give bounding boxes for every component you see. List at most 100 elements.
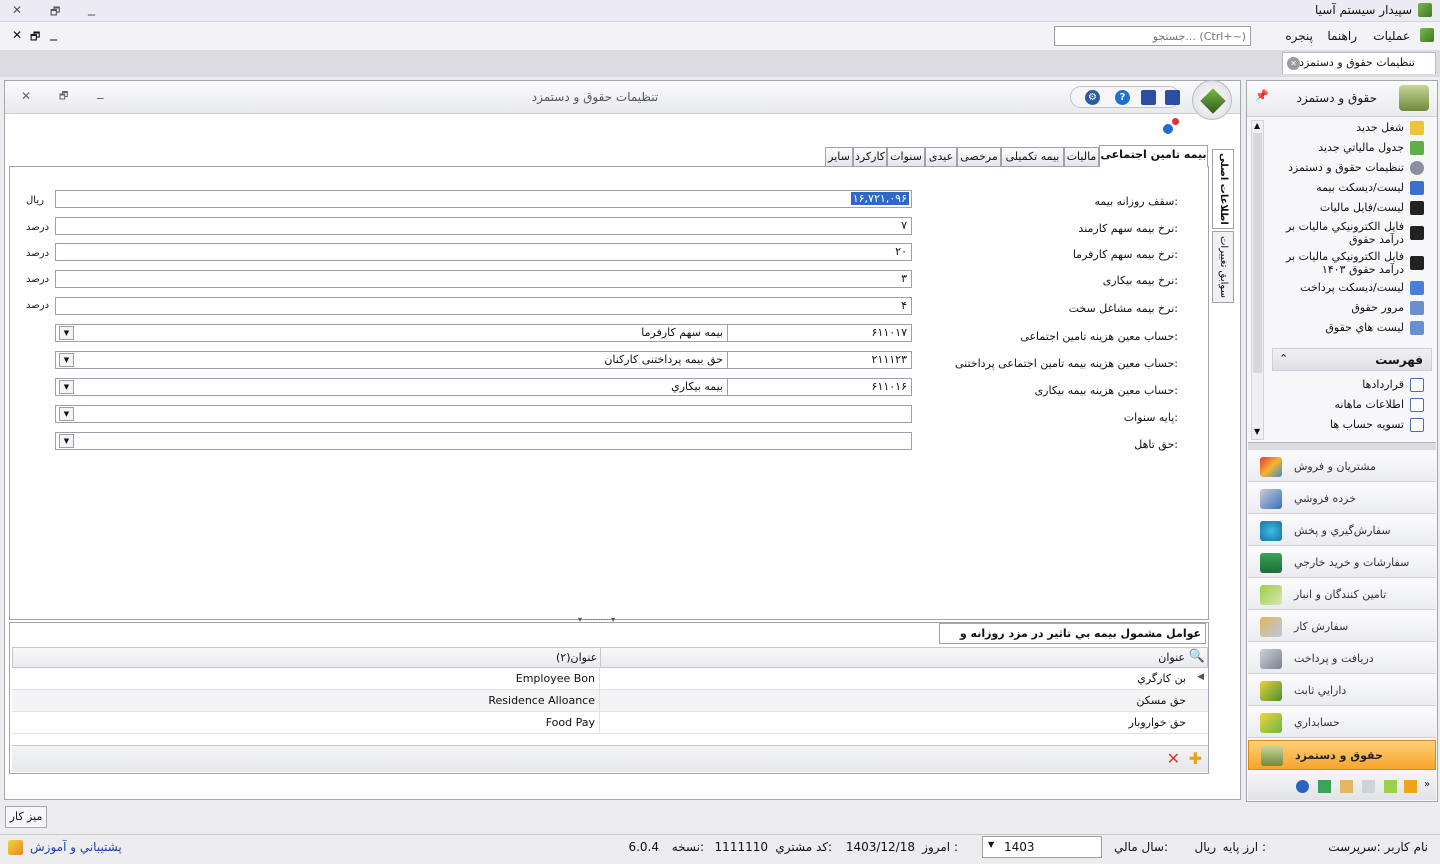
users-icon[interactable] (1163, 124, 1173, 134)
tab-supplementary-insurance[interactable]: بیمه تکمیلی (1001, 147, 1064, 167)
tab-other[interactable]: سایر (825, 147, 853, 167)
tab-bonus[interactable]: عیدی (925, 147, 957, 167)
seniority-base-select[interactable]: ▼ (55, 405, 912, 423)
desk-tab[interactable]: میز کار (5, 806, 47, 828)
module-order-distribution[interactable]: سفارش‌گيري و پخش (1248, 516, 1436, 546)
module-foreign-purchase[interactable]: سفارشات و خريد خارجي (1248, 548, 1436, 578)
module-label: مشتريان و فروش (1294, 460, 1376, 473)
inventory-mini-icon[interactable] (1384, 780, 1397, 793)
daily-insurance-cap-field[interactable]: ۱۶,۷۲۱,۰۹۶ (55, 190, 912, 208)
divider (727, 351, 728, 369)
sidebar-item-electronic-tax-file-1403[interactable]: فايل الكترونيكي ماليات بر درآمد حقوق ۱۴۰… (1259, 250, 1424, 276)
sidebar-item-new-job[interactable]: شغل جديد (1259, 121, 1424, 135)
sidebar-splitter[interactable] (1248, 442, 1436, 450)
chevron-down-icon[interactable]: ▼ (988, 840, 994, 849)
account-code: ۲۱۱۱۲۳ (871, 353, 907, 366)
chevron-down-icon[interactable]: ▼ (59, 380, 74, 394)
accounting-mini-icon[interactable] (1404, 780, 1417, 793)
tab-work-time[interactable]: کارکرد (853, 147, 887, 167)
tab-tax[interactable]: مالیات (1064, 147, 1099, 167)
social-insurance-account-select[interactable]: ▼ بیمه سهم کارفرما ۶۱۱۰۱۷ (55, 324, 912, 342)
module-receipts-payments[interactable]: دريافت و پرداخت (1248, 644, 1436, 674)
module-accounting[interactable]: حسابداري (1248, 708, 1436, 738)
module-fixed-assets[interactable]: دارايي ثابت (1248, 676, 1436, 706)
vtab-main-info[interactable]: اطلاعات اصلی (1212, 149, 1234, 229)
document-tab[interactable]: تنظیمات حقوق و دستمزد ✕ (1282, 52, 1436, 74)
sidebar-item-insurance-list[interactable]: ليست/ديسكت بیمه (1259, 181, 1424, 195)
tab-seniority[interactable]: سنوات (887, 147, 925, 167)
marriage-allowance-select[interactable]: ▼ (55, 432, 912, 450)
unit-label: درصد (26, 274, 50, 285)
form-restore-icon[interactable]: 🗗 (59, 89, 68, 106)
form-close-icon[interactable]: ✕ (21, 89, 31, 103)
module-suppliers-inventory[interactable]: تامين كنندگان و انبار (1248, 580, 1436, 610)
collapse-icon[interactable]: ⌃ (1279, 352, 1288, 365)
insurance-payable-account-select[interactable]: ▼ حق بیمه پرداختنی کارکنان ۲۱۱۱۲۳ (55, 351, 912, 369)
minimize-icon[interactable]: _ (50, 25, 57, 41)
tab-leave[interactable]: مرخصی (957, 147, 1001, 167)
minimize-icon[interactable]: _ (88, 0, 95, 16)
grid-tab[interactable]: عوامل مشمول بیمه بي تاثیر در مزد روزانه … (939, 623, 1206, 659)
sidebar-item-tax-list[interactable]: ليست/فايل ماليات (1259, 201, 1424, 215)
sidebar-item-payroll-lists[interactable]: ليست هاي حقوق (1259, 321, 1424, 335)
sidebar-item-label: ليست/فايل ماليات (1319, 201, 1404, 214)
save-icon[interactable] (1165, 90, 1180, 105)
sidebar-item-settlements[interactable]: تسويه حساب ها (1259, 418, 1424, 432)
menu-help[interactable]: راهنما (1327, 29, 1357, 43)
sidebar-title: حقوق و دستمزد (1296, 91, 1377, 105)
chevron-down-icon[interactable]: ▼ (59, 434, 74, 448)
menu-operations[interactable]: عمليات (1373, 29, 1410, 43)
purchase-mini-icon[interactable] (1318, 780, 1331, 793)
payments-mini-icon[interactable] (1362, 780, 1375, 793)
list-section-header[interactable]: ⌃ فهرست (1272, 348, 1432, 371)
form-minimize-icon[interactable]: _ (97, 85, 104, 100)
order-mini-icon[interactable] (1340, 780, 1353, 793)
column-header-title[interactable]: عنوان (1158, 651, 1185, 664)
employee-rate-field[interactable]: ۷ (55, 217, 912, 235)
module-sales[interactable]: مشتريان و فروش (1248, 452, 1436, 482)
module-payroll[interactable]: حقوق و دستمزد (1248, 740, 1436, 770)
chevron-down-icon[interactable]: ▼ (59, 353, 74, 367)
search-icon[interactable]: 🔍 (1189, 649, 1205, 664)
tools-icon[interactable]: ⚙ (1085, 90, 1100, 105)
support-link[interactable]: پشتيباني و آموزش (30, 840, 122, 854)
unemployment-rate-field[interactable]: ۳ (55, 270, 912, 288)
vtab-history[interactable]: سوابق تغییرات (1212, 231, 1234, 303)
overflow-chevron-icon[interactable]: » (1424, 779, 1430, 790)
sidebar-item-payroll-review[interactable]: مرور حقوق (1259, 301, 1424, 315)
menu-window[interactable]: پنجره (1285, 29, 1313, 43)
hard-jobs-rate-field[interactable]: ۴ (55, 297, 912, 315)
fiscal-year-select[interactable]: ▼ 1403 (982, 836, 1102, 858)
add-icon[interactable]: ✚ (1189, 749, 1202, 768)
field-value: ۷ (901, 219, 907, 232)
table-row[interactable]: حق خواروبار Food Pay (12, 712, 1208, 734)
unemployment-account-select[interactable]: ▼ بیمه بیکاري ۶۱۱۰۱۶ (55, 378, 912, 396)
sidebar-item-electronic-tax-file[interactable]: فايل الكترونيكي ماليات بر درآمد حقوق (1259, 220, 1424, 246)
sidebar-item-payment-list[interactable]: ليست/ديسكت پرداخت (1259, 281, 1424, 295)
chevron-down-icon[interactable]: ▼ (59, 407, 74, 421)
close-icon[interactable]: ✕ (12, 28, 22, 42)
globe-icon[interactable] (1296, 780, 1309, 793)
sidebar-item-new-tax-table[interactable]: جدول مالياتي جديد (1259, 141, 1424, 155)
support-icon[interactable] (8, 840, 23, 855)
save-as-icon[interactable] (1141, 90, 1156, 105)
restore-icon[interactable]: 🗗 (30, 28, 40, 47)
module-work-order[interactable]: سفارش کار (1248, 612, 1436, 642)
pin-icon[interactable]: 📌 (1255, 89, 1269, 102)
column-header-title2[interactable]: عنوان(۲) (556, 651, 597, 664)
close-icon[interactable]: ✕ (12, 3, 22, 17)
table-row[interactable]: بن کارگري Employee Bon ◀ (12, 668, 1208, 690)
module-retail[interactable]: خرده فروشي (1248, 484, 1436, 514)
table-row[interactable]: حق مسکن Residence Alloance (12, 690, 1208, 712)
delete-icon[interactable]: ✕ (1167, 749, 1180, 768)
restore-icon[interactable]: 🗗 (50, 3, 60, 22)
sidebar-item-payroll-settings[interactable]: تنظیمات حقوق و دستمزد (1259, 161, 1424, 175)
tab-social-insurance[interactable]: بیمه تامین اجتماعی (1099, 145, 1208, 168)
help-icon[interactable]: ? (1115, 90, 1130, 105)
sidebar-item-contracts[interactable]: قراردادها (1259, 378, 1424, 392)
close-tab-icon[interactable]: ✕ (1287, 57, 1300, 70)
search-input[interactable] (1054, 26, 1251, 46)
sidebar-item-monthly-info[interactable]: اطلاعات ماهانه (1259, 398, 1424, 412)
chevron-down-icon[interactable]: ▼ (59, 326, 74, 340)
employer-rate-field[interactable]: ۲۰ (55, 243, 912, 261)
